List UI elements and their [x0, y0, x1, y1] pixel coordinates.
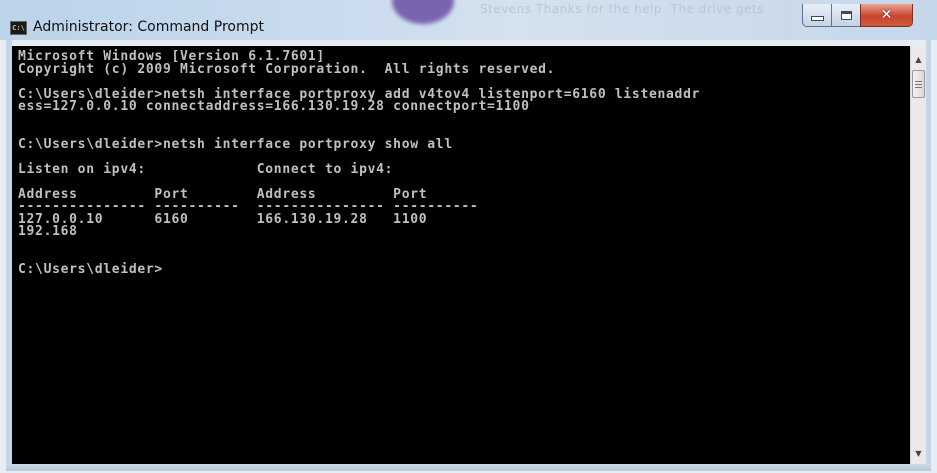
vertical-scrollbar[interactable]: ▲ ▼ [910, 46, 926, 464]
console-line: 192.168 [18, 224, 78, 239]
scroll-thumb[interactable] [912, 70, 925, 98]
console-line: Copyright (c) 2009 Microsoft Corporation… [18, 61, 556, 77]
title-bar[interactable]: C:\ Administrator: Command Prompt ✕ [6, 0, 931, 40]
minimize-icon [810, 15, 824, 21]
console-line: 127.0.0.10 6160 166.130.19.28 1100 [18, 211, 428, 227]
close-button[interactable]: ✕ [860, 4, 913, 27]
grip-icon [915, 80, 922, 88]
command-prompt-window: C:\ Administrator: Command Prompt ✕ Micr… [0, 0, 937, 473]
console-line: ess=127.0.0.10 connectaddress=166.130.19… [18, 99, 530, 114]
scroll-down-arrow-icon[interactable]: ▼ [911, 445, 926, 461]
maximize-icon [840, 10, 852, 20]
console-output[interactable]: Microsoft Windows [Version 6.1.7601] Copy… [12, 46, 910, 464]
window-frame-bottom [6, 464, 931, 471]
console-text: Microsoft Windows [Version 6.1.7601] Copy… [12, 46, 910, 276]
window-title: Administrator: Command Prompt [33, 19, 264, 35]
cmd-icon[interactable]: C:\ [10, 21, 27, 35]
scroll-up-arrow-icon[interactable]: ▲ [911, 51, 926, 67]
console-line: C:\Users\dleider> [18, 261, 163, 277]
console-line: C:\Users\dleider>netsh interface portpro… [18, 136, 453, 152]
window-frame-right [926, 40, 931, 464]
minimize-button[interactable] [802, 4, 832, 27]
close-icon: ✕ [880, 7, 893, 23]
maximize-button[interactable] [831, 4, 861, 27]
console-line: Listen on ipv4: Connect to ipv4: [18, 161, 394, 177]
